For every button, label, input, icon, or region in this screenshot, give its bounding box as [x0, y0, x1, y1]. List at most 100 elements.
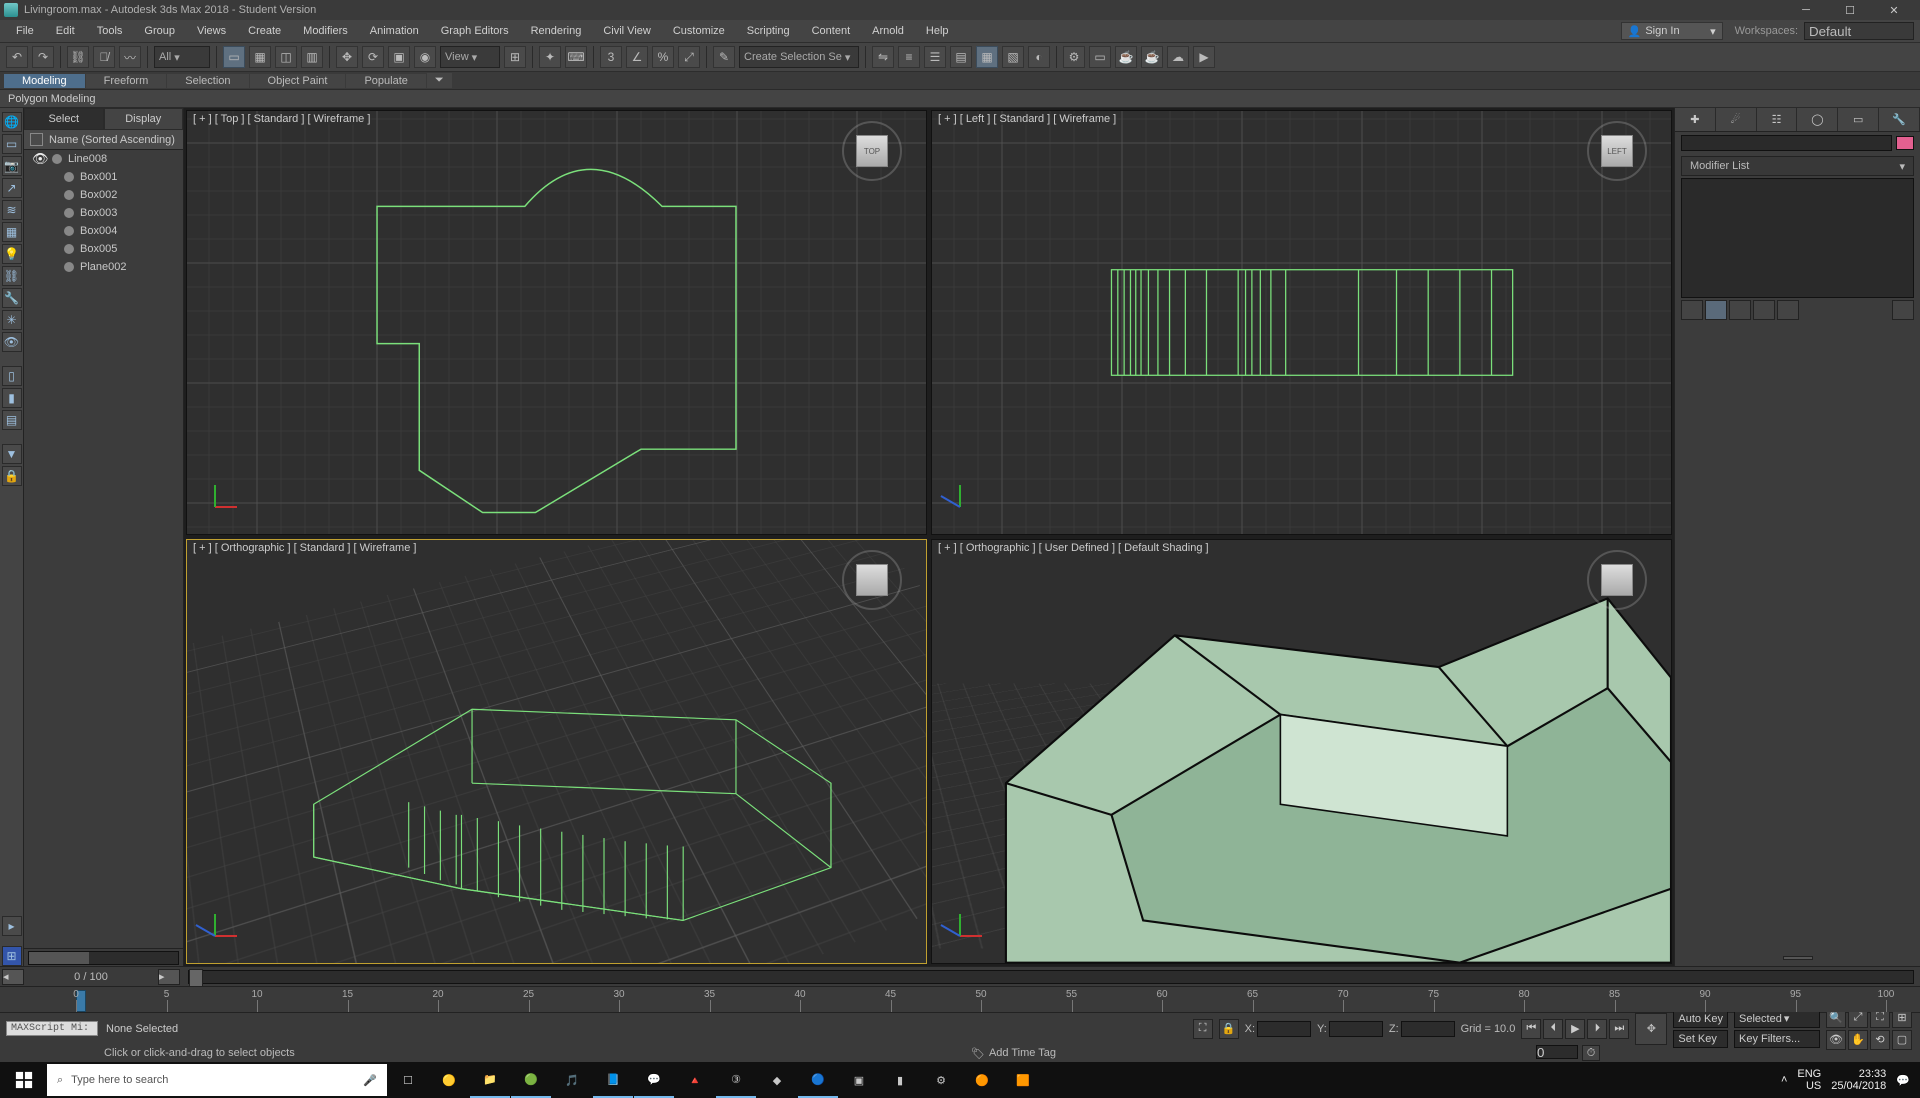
named-sel-set-dropdown[interactable]: Create Selection Se▾	[739, 46, 859, 68]
signin-dropdown[interactable]: 👤 Sign In ▾	[1621, 22, 1723, 40]
mirror-button[interactable]: ⇋	[872, 46, 894, 68]
menu-views[interactable]: Views	[187, 23, 236, 39]
taskbar-app-cmd[interactable]: ▣	[839, 1062, 879, 1098]
ls-filter-icon[interactable]: ▼	[2, 444, 22, 464]
make-unique-button[interactable]	[1729, 300, 1751, 320]
scene-item[interactable]: 👁Line008	[24, 150, 183, 168]
ls-helper-icon[interactable]: ↗	[2, 178, 22, 198]
maximize-button[interactable]: ☐	[1828, 0, 1872, 20]
taskbar-app-chrome[interactable]: 🟢	[511, 1062, 551, 1098]
cmd-tab-display[interactable]: ▭	[1838, 108, 1879, 131]
menu-group[interactable]: Group	[134, 23, 185, 39]
ls-box2-icon[interactable]: ▮	[2, 388, 22, 408]
percent-snap-button[interactable]: %	[652, 46, 674, 68]
ls-box1-icon[interactable]: ▯	[2, 366, 22, 386]
play-button[interactable]: ▶	[1565, 1019, 1585, 1039]
snap-toggle-button[interactable]: 3	[600, 46, 622, 68]
taskbar-app-explorer[interactable]: 📁	[470, 1062, 510, 1098]
close-button[interactable]: ✕	[1872, 0, 1916, 20]
ls-gear-icon[interactable]: ✳	[2, 310, 22, 330]
rotate-button[interactable]: ⟳	[362, 46, 384, 68]
menu-help[interactable]: Help	[916, 23, 959, 39]
goto-start-button[interactable]: ⏮	[1521, 1019, 1541, 1039]
ls-tools-icon[interactable]: 🔧	[2, 288, 22, 308]
menu-civil-view[interactable]: Civil View	[593, 23, 660, 39]
object-name-input[interactable]	[1681, 135, 1892, 151]
goto-end-button[interactable]: ⏭	[1609, 1019, 1629, 1039]
ribbon-tab-object-paint[interactable]: Object Paint	[250, 74, 346, 88]
remove-modifier-button[interactable]	[1753, 300, 1775, 320]
select-object-button[interactable]: ▭	[223, 46, 245, 68]
taskbar-app-steam[interactable]: ⚙	[921, 1062, 961, 1098]
menu-edit[interactable]: Edit	[46, 23, 85, 39]
toggle-ribbon-button[interactable]: ▤	[950, 46, 972, 68]
unlink-button[interactable]: ⛓̸	[93, 46, 115, 68]
menu-content[interactable]: Content	[802, 23, 861, 39]
ribbon-tab-populate[interactable]: Populate	[346, 74, 425, 88]
visibility-icon[interactable]: 👁	[32, 151, 46, 167]
key-mode-dropdown[interactable]: Selected▾	[1734, 1010, 1820, 1028]
tray-chevron-icon[interactable]: ˄	[1781, 1074, 1787, 1086]
render-iterative-button[interactable]: ☕	[1141, 46, 1163, 68]
menu-modifiers[interactable]: Modifiers	[293, 23, 358, 39]
max-toggle-button[interactable]: ▢	[1892, 1030, 1912, 1050]
orbit-button[interactable]: ⟲	[1870, 1030, 1890, 1050]
ls-world-icon[interactable]: 🌐	[2, 112, 22, 132]
taskbar-search[interactable]: ⌕ Type here to search 🎤	[47, 1064, 387, 1096]
pin-stack-button[interactable]	[1681, 300, 1703, 320]
coord-z-input[interactable]	[1401, 1021, 1455, 1037]
time-slider[interactable]	[188, 970, 1914, 984]
taskbar-app-misc[interactable]: 🟧	[1003, 1062, 1043, 1098]
render-last-button[interactable]: ▶	[1193, 46, 1215, 68]
menu-tools[interactable]: Tools	[87, 23, 133, 39]
viewport-label[interactable]: [ + ] [ Orthographic ] [ Standard ] [ Wi…	[191, 542, 418, 554]
undo-button[interactable]: ↶	[6, 46, 28, 68]
placement-button[interactable]: ◉	[414, 46, 436, 68]
ls-sets-icon[interactable]: ▦	[2, 222, 22, 242]
taskbar-app-norton[interactable]: 🟡	[429, 1062, 469, 1098]
scene-hscroll[interactable]	[28, 951, 179, 965]
notifications-icon[interactable]: 💬	[1896, 1074, 1910, 1087]
key-filters-button[interactable]: Key Filters...	[1734, 1030, 1820, 1048]
scene-tab-select[interactable]: Select	[24, 108, 104, 130]
taskbar-app-blender[interactable]: 🟠	[962, 1062, 1002, 1098]
angle-snap-button[interactable]: ∠	[626, 46, 648, 68]
taskbar-app-autodesk[interactable]: 🔺	[675, 1062, 715, 1098]
edit-named-sel-button[interactable]: ✎	[713, 46, 735, 68]
scene-tab-display[interactable]: Display	[104, 108, 184, 130]
render-frame-button[interactable]: ▭	[1089, 46, 1111, 68]
scene-item[interactable]: Box004	[24, 222, 183, 240]
ls-select-icon[interactable]: ▭	[2, 134, 22, 154]
menu-arnold[interactable]: Arnold	[862, 23, 914, 39]
viewcube[interactable]: TOP	[842, 121, 902, 181]
bind-spacewarp-button[interactable]: 〰	[119, 46, 141, 68]
cmd-tab-utilities[interactable]: 🔧	[1879, 108, 1920, 131]
taskbar-app-unity[interactable]: ◆	[757, 1062, 797, 1098]
link-button[interactable]: ⛓	[67, 46, 89, 68]
start-button[interactable]	[2, 1062, 46, 1098]
coord-y-input[interactable]	[1329, 1021, 1383, 1037]
viewcube[interactable]	[842, 550, 902, 610]
next-frame-button[interactable]: ⏵	[1587, 1019, 1607, 1039]
selection-filter-dropdown[interactable]: All▾	[154, 46, 210, 68]
keyboard-shortcut-button[interactable]: ⌨	[565, 46, 587, 68]
ls-bone-icon[interactable]: ⛓	[2, 266, 22, 286]
maxscript-listener[interactable]: MAXScript Mi:	[6, 1021, 98, 1036]
taskbar-app-word[interactable]: 📘	[593, 1062, 633, 1098]
time-slider-right-button[interactable]: ▸	[158, 969, 180, 985]
manipulate-button[interactable]: ✦	[539, 46, 561, 68]
ribbon-subrow[interactable]: Polygon Modeling	[0, 90, 1920, 108]
taskbar-app-battlenet[interactable]: 🔵	[798, 1062, 838, 1098]
scene-item[interactable]: Box005	[24, 240, 183, 258]
autokey-button[interactable]: Auto Key	[1673, 1010, 1728, 1028]
time-tag-icon[interactable]: 🏷	[971, 1047, 985, 1060]
ls-camera-icon[interactable]: 📷	[2, 156, 22, 176]
viewport-left[interactable]: [ + ] [ Left ] [ Standard ] [ Wireframe …	[931, 110, 1672, 535]
menu-animation[interactable]: Animation	[360, 23, 429, 39]
schematic-view-button[interactable]: ▧	[1002, 46, 1024, 68]
cmd-tab-create[interactable]: ✚	[1675, 108, 1716, 131]
system-tray[interactable]: ˄ ENG US 23:33 25/04/2018 💬	[1773, 1068, 1918, 1092]
move-button[interactable]: ✥	[336, 46, 358, 68]
viewcube[interactable]	[1587, 550, 1647, 610]
isolate-button[interactable]: ⛶	[1193, 1019, 1213, 1039]
